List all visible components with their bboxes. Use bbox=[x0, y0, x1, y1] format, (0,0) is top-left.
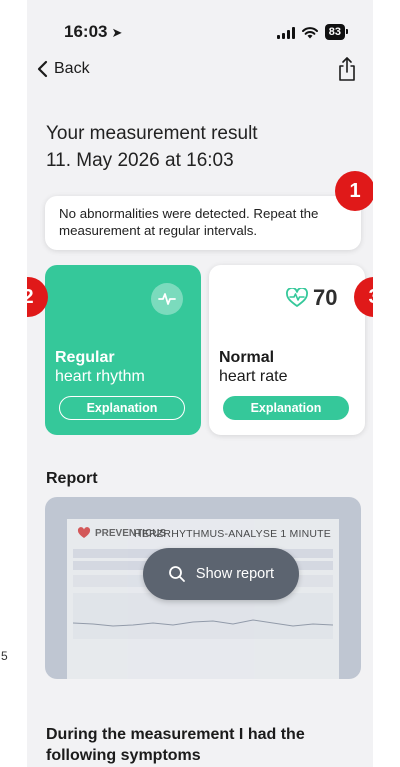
result-message: No abnormalities were detected. Repeat t… bbox=[45, 196, 361, 250]
report-document-title: HERZRHYTHMUS-ANALYSE 1 MINUTE bbox=[134, 528, 331, 540]
edge-fragment: 5 bbox=[1, 649, 8, 663]
rate-label: heart rate bbox=[219, 368, 288, 385]
report-preview[interactable]: PREVENTICUS HERZRHYTHMUS-ANALYSE 1 MINUT… bbox=[45, 497, 361, 679]
page-title-line2: 11. May 2026 at 16:03 bbox=[46, 150, 234, 171]
chevron-left-icon bbox=[37, 60, 48, 78]
navigation-bar: Back bbox=[27, 57, 373, 86]
wifi-icon bbox=[301, 26, 318, 38]
status-time: 16:03 ➤ bbox=[64, 22, 123, 41]
phone-screen: 16:03 ➤ 83 Back Your measurement result 1… bbox=[27, 0, 373, 767]
back-button[interactable]: Back bbox=[36, 60, 90, 78]
cellular-signal-icon bbox=[276, 26, 295, 39]
back-label: Back bbox=[54, 60, 90, 77]
report-heading: Report bbox=[46, 470, 98, 487]
rate-status: Normal bbox=[219, 349, 275, 366]
heart-pulse-icon bbox=[286, 288, 308, 307]
pulse-icon bbox=[151, 283, 183, 315]
status-indicators: 83 bbox=[276, 24, 349, 40]
status-bar: 16:03 ➤ 83 bbox=[27, 22, 373, 44]
share-icon[interactable] bbox=[337, 56, 357, 82]
rate-explanation-button[interactable]: Explanation bbox=[223, 396, 349, 420]
heart-rate-card[interactable]: 70 Normal heart rate Explanation bbox=[209, 265, 365, 435]
rhythm-explanation-button[interactable]: Explanation bbox=[59, 396, 185, 420]
location-arrow-icon: ➤ bbox=[111, 25, 123, 40]
rhythm-status: Regular bbox=[55, 349, 115, 366]
rhythm-card[interactable]: Regular heart rhythm Explanation bbox=[45, 265, 201, 435]
rhythm-label: heart rhythm bbox=[55, 368, 145, 385]
show-report-label: Show report bbox=[195, 566, 275, 582]
show-report-button[interactable]: Show report bbox=[143, 548, 299, 600]
page-title-line1: Your measurement result bbox=[46, 123, 258, 144]
heart-rate-readout: 70 bbox=[285, 285, 337, 311]
search-icon bbox=[169, 566, 185, 582]
heart-rate-value: 70 bbox=[313, 285, 338, 310]
page-title: Your measurement result 11. May 2026 at … bbox=[46, 120, 258, 174]
annotation-badge-1: 1 bbox=[335, 171, 373, 211]
battery-indicator: 83 bbox=[324, 24, 349, 40]
symptoms-heading: During the measurement I had the followi… bbox=[46, 726, 305, 764]
